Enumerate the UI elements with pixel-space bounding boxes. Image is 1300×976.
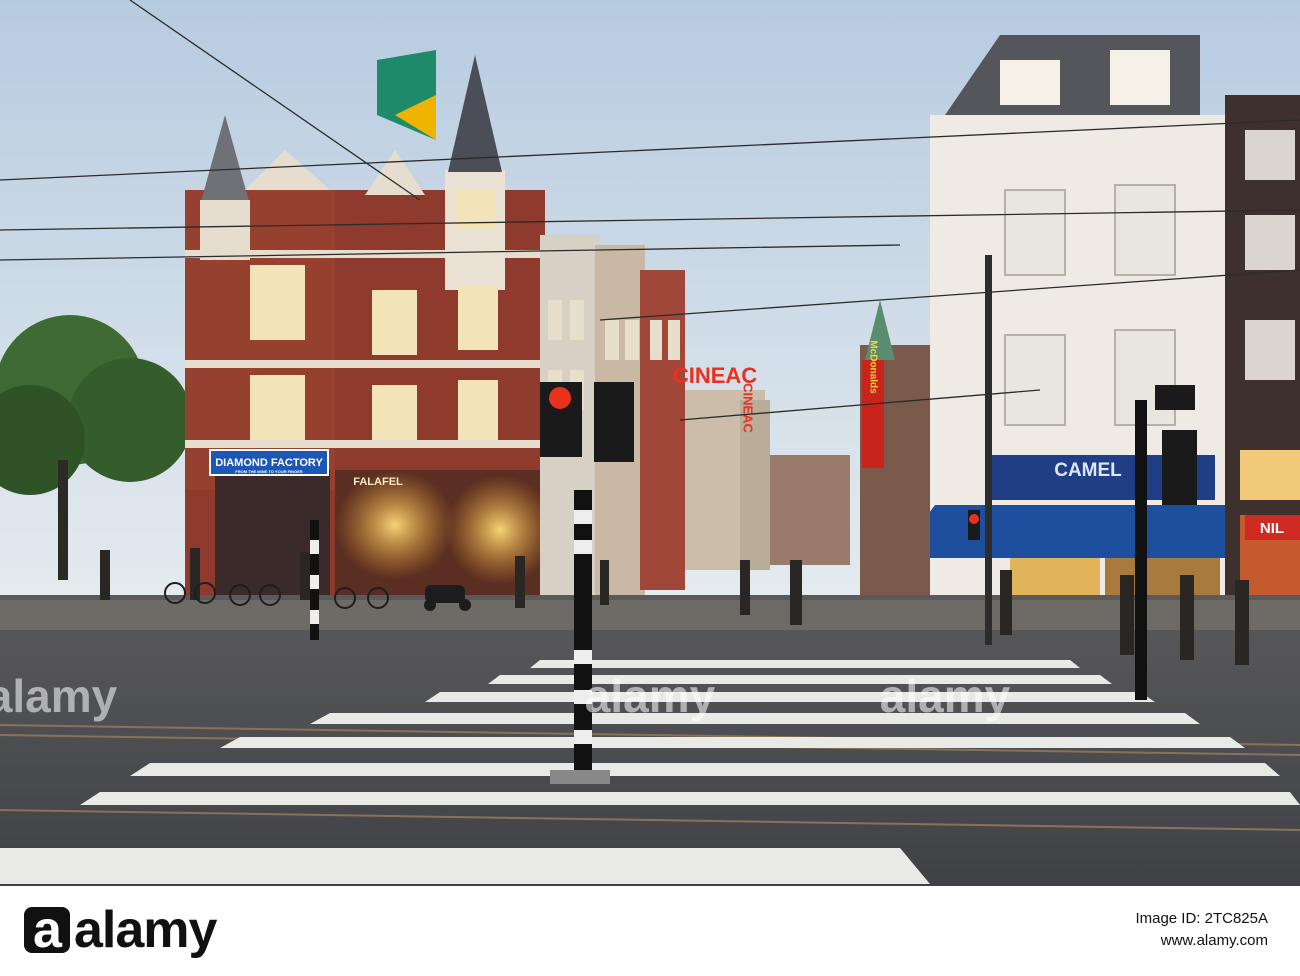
street-photo: DIAMOND FACTORY FROM THE MINE TO YOUR FI… — [0, 0, 1300, 886]
alamy-logo-mark: a — [24, 904, 70, 956]
image-id-block: Image ID: 2TC825A www.alamy.com — [1135, 908, 1268, 952]
diamond-factory-label: DIAMOND FACTORY — [215, 457, 323, 469]
watermark-center: alamy — [585, 670, 716, 722]
svg-text:NIL: NIL — [1260, 520, 1284, 537]
diamond-factory-sign: DIAMOND FACTORY FROM THE MINE TO YOUR FI… — [209, 449, 329, 476]
dark-brick-building — [1225, 95, 1300, 645]
image-id: Image ID: 2TC825A — [1135, 910, 1268, 927]
mcdonalds-label: McDonalds — [868, 340, 879, 394]
watermark-right: alamy — [880, 670, 1011, 722]
pedestrian-red-light — [549, 387, 571, 409]
falafel-sign: FALAFEL — [353, 476, 403, 488]
site-url: www.alamy.com — [1160, 932, 1268, 949]
camel-sign: CAMEL — [1054, 460, 1122, 481]
watermark-left: alamy — [0, 670, 118, 722]
alamy-logo-text: alamy — [74, 901, 217, 959]
nil-sign: NIL — [1245, 515, 1300, 540]
cineac-sign-vertical: CINEAC — [741, 383, 756, 433]
alamy-logo: a alamy — [24, 900, 217, 960]
footer-bar: a alamy Image ID: 2TC825A www.alamy.com — [0, 886, 1300, 976]
diamond-factory-sublabel: FROM THE MINE TO YOUR FINGER — [235, 469, 303, 474]
